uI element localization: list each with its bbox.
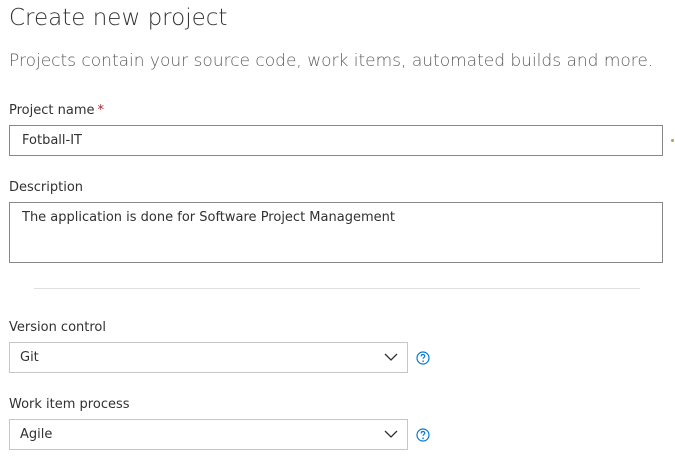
description-textarea[interactable]: The application is done for Software Pro… <box>9 202 663 263</box>
create-project-panel: Create new project Projects contain your… <box>0 0 675 467</box>
project-name-label: Project name * <box>9 103 104 118</box>
description-label: Description <box>9 180 84 195</box>
help-circle-icon[interactable] <box>416 428 430 442</box>
page-subtitle: Projects contain your source code, work … <box>9 51 654 71</box>
work-item-process-value: Agile <box>20 427 53 442</box>
chevron-down-icon <box>384 430 398 438</box>
work-item-process-label: Work item process <box>9 397 130 412</box>
section-divider <box>34 288 640 289</box>
project-name-input[interactable]: Fotball-IT <box>9 125 663 156</box>
work-item-process-dropdown[interactable]: Agile <box>9 419 408 450</box>
version-control-dropdown[interactable]: Git <box>9 342 408 373</box>
version-control-value: Git <box>20 350 39 365</box>
help-circle-icon[interactable] <box>416 351 430 365</box>
page-title: Create new project <box>9 5 228 31</box>
version-control-label: Version control <box>9 320 106 335</box>
project-name-label-text: Project name <box>9 103 95 118</box>
chevron-down-icon <box>384 353 398 361</box>
required-marker: * <box>97 103 104 118</box>
validation-marker <box>671 139 674 142</box>
